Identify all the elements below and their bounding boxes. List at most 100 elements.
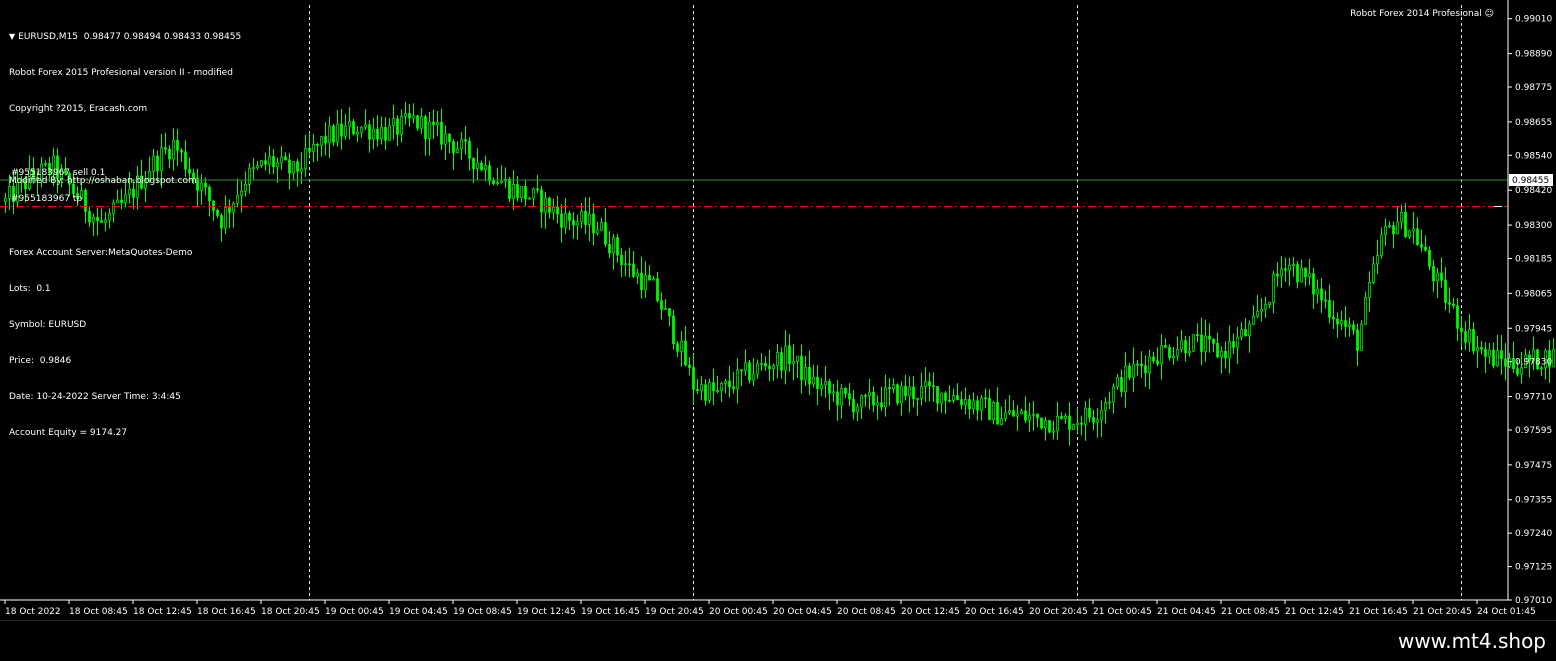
candle-body	[1141, 364, 1143, 366]
candle-body	[453, 142, 455, 153]
expert-advisor-label[interactable]: Robot Forex 2014 Profesional ☺	[1350, 9, 1494, 19]
candle-body	[249, 168, 251, 184]
x-tick-label: 19 Oct 00:45	[325, 607, 384, 617]
candle-body	[269, 157, 271, 165]
candle-body	[245, 184, 247, 191]
candle-body	[689, 365, 691, 368]
candle-body	[933, 386, 935, 387]
y-tick-label: 0.97945	[1515, 324, 1552, 334]
candle-body	[661, 301, 663, 310]
candle-body	[1001, 419, 1003, 425]
candle-body	[785, 346, 787, 370]
take-profit-label[interactable]: #955183967 tp	[11, 194, 82, 204]
candle-body	[633, 264, 635, 276]
candle-body	[573, 220, 575, 225]
candle-body	[937, 386, 939, 403]
candle-body	[649, 275, 651, 280]
candle-body	[1497, 351, 1499, 366]
candle-body	[1269, 302, 1271, 304]
candle-body	[1253, 316, 1255, 324]
candle-body	[329, 126, 331, 143]
x-tick-label: 19 Oct 04:45	[389, 607, 448, 617]
candle-body	[1213, 339, 1215, 343]
candle-body	[1189, 351, 1191, 352]
candle-body	[769, 366, 771, 369]
candle-body	[1469, 329, 1471, 342]
candle-body	[965, 399, 967, 404]
candle-body	[429, 122, 431, 138]
candle-body	[1161, 346, 1163, 364]
candle-body	[1481, 347, 1483, 349]
candle-body	[757, 364, 759, 374]
candle-body	[513, 185, 515, 199]
candle-body	[525, 186, 527, 199]
candle-body	[1209, 336, 1211, 339]
candle-body	[1433, 266, 1435, 281]
candle-body	[821, 385, 823, 389]
candle-body	[605, 223, 607, 245]
candle-body	[1325, 300, 1327, 301]
candle-body	[653, 279, 655, 280]
candle-body	[1133, 364, 1135, 377]
candle-body	[773, 366, 775, 369]
info-line: Price: 0.9846	[9, 355, 241, 367]
candle-body	[1401, 212, 1403, 222]
candle-body	[717, 391, 719, 392]
y-tick-label: 0.97240	[1515, 529, 1552, 539]
candle-body	[1085, 408, 1087, 424]
x-tick-label: 20 Oct 08:45	[837, 607, 896, 617]
candle-body	[1449, 303, 1451, 304]
candle-body	[1145, 366, 1147, 373]
candle-body	[589, 214, 591, 225]
candle-body	[941, 393, 943, 403]
candle-body	[1117, 377, 1119, 386]
candle-body	[1505, 359, 1507, 366]
y-tick-label: 0.97710	[1515, 393, 1552, 403]
candle-body	[969, 399, 971, 408]
watermark-text: www.mt4.shop	[1398, 629, 1546, 653]
candle-body	[1225, 351, 1227, 358]
y-tick-label: 0.97595	[1515, 426, 1552, 436]
candle-body	[553, 207, 555, 212]
candle-body	[501, 181, 503, 182]
y-tick-label: 0.98540	[1515, 151, 1552, 161]
candle-body	[1345, 321, 1347, 327]
candle-body	[1413, 229, 1415, 231]
candle-body	[389, 126, 391, 141]
sell-order-label[interactable]: #955183967 sell 0.1	[11, 168, 105, 178]
candle-body	[369, 125, 371, 139]
candle-body	[761, 364, 763, 365]
candle-body	[1241, 330, 1243, 338]
candle-body	[749, 363, 751, 380]
candle-body	[301, 169, 303, 171]
y-tick-label: 0.97355	[1515, 496, 1552, 506]
collapse-triangle-icon[interactable]: ▼	[9, 31, 15, 43]
candle-body	[1121, 377, 1123, 391]
candle-body	[805, 367, 807, 380]
candle-body	[549, 198, 551, 212]
x-tick-label: 18 Oct 16:45	[197, 607, 256, 617]
candle-body	[325, 137, 327, 143]
candle-body	[1461, 328, 1463, 331]
candle-body	[405, 113, 407, 116]
current-price-marker: 0.98455	[1509, 174, 1556, 186]
candle-body	[873, 392, 875, 405]
candle-body	[625, 264, 627, 265]
x-tick-label: 19 Oct 08:45	[453, 607, 512, 617]
candle-body	[665, 308, 667, 309]
candle-body	[393, 119, 395, 126]
candle-body	[597, 230, 599, 233]
candle-body	[577, 222, 579, 225]
candle-body	[861, 395, 863, 407]
candle-body	[473, 158, 475, 168]
candle-body	[685, 341, 687, 365]
y-tick-label: 0.97830	[1515, 358, 1552, 368]
candle-body	[809, 367, 811, 384]
candle-body	[997, 402, 999, 424]
info-line: Date: 10-24-2022 Server Time: 3:4:45	[9, 391, 241, 403]
x-tick-label: 19 Oct 16:45	[581, 607, 640, 617]
x-tick-label: 20 Oct 16:45	[965, 607, 1024, 617]
candle-body	[457, 149, 459, 153]
candle-body	[285, 157, 287, 160]
y-tick-label: 0.98420	[1515, 186, 1552, 196]
